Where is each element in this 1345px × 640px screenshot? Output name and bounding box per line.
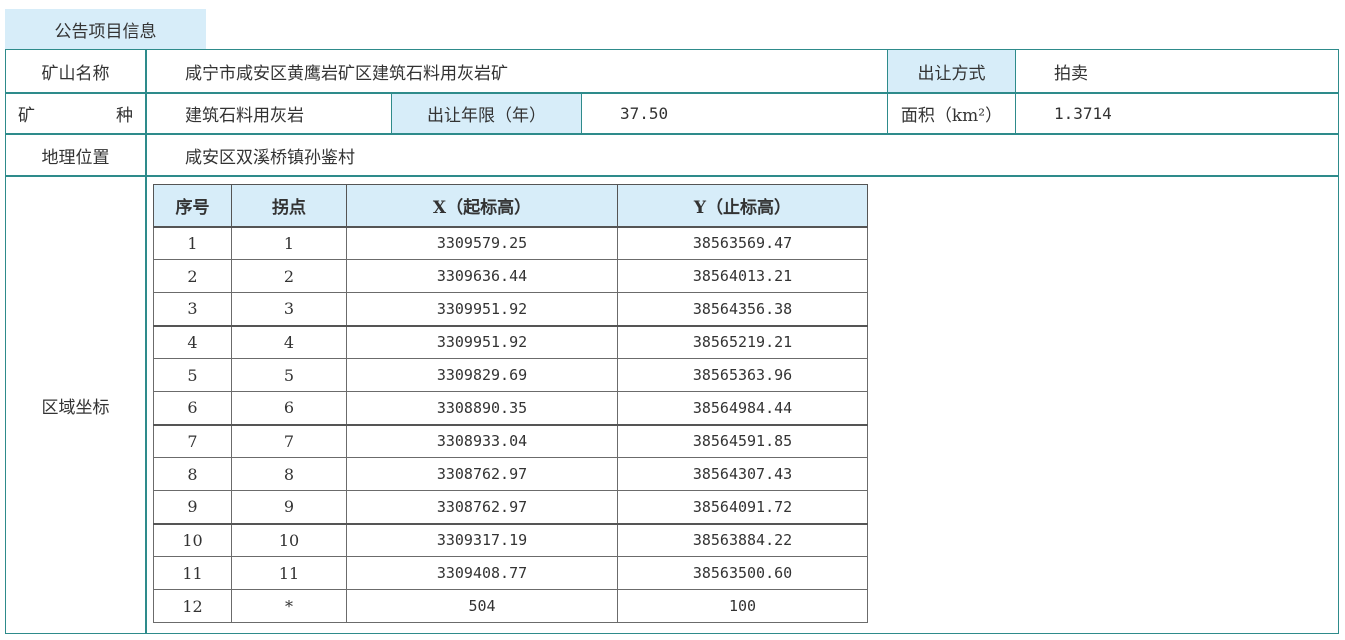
coordinates-table: 序号 拐点 X（起标高） Y（止标高） 1 1 3309579.25 38563569… [153, 184, 868, 623]
cell-seq: 11 [153, 556, 232, 590]
header-seq: 序号 [153, 184, 232, 228]
cell-seq: 1 [153, 226, 232, 260]
cell-seq: 10 [153, 523, 232, 557]
cell-vertex: * [231, 589, 347, 623]
cell-seq: 12 [153, 589, 232, 623]
cell-vertex: 3 [231, 292, 347, 327]
cell-y: 38565219.21 [617, 325, 868, 359]
transfer-method-label: 出让方式 [888, 50, 1015, 92]
cell-vertex: 5 [231, 358, 347, 392]
cell-x: 3308762.97 [346, 457, 618, 491]
cell-seq: 7 [153, 424, 232, 458]
cell-x: 504 [346, 589, 618, 623]
cell-y: 38564984.44 [617, 391, 868, 426]
table-header-row: 序号 拐点 X（起标高） Y（止标高） [153, 184, 868, 228]
table-row: 10 10 3309317.19 38563884.22 [153, 523, 868, 557]
mineral-label-right: 种 [116, 106, 133, 126]
header-x: X（起标高） [346, 184, 618, 228]
cell-y: 38564091.72 [617, 490, 868, 525]
cell-y: 38563569.47 [617, 226, 868, 260]
cell-y: 38563884.22 [617, 523, 868, 557]
table-row: 11 11 3309408.77 38563500.60 [153, 556, 868, 590]
transfer-term-label: 出让年限（年） [392, 94, 581, 133]
cell-y: 100 [617, 589, 868, 623]
project-info-panel: 矿山名称 咸宁市咸安区黄鹰岩矿区建筑石料用灰岩矿 出让方式 拍卖 矿 种 建筑石… [5, 49, 1339, 634]
cell-seq: 9 [153, 490, 232, 525]
cell-x: 3308933.04 [346, 424, 618, 458]
cell-vertex: 4 [231, 325, 347, 359]
cell-y: 38565363.96 [617, 358, 868, 392]
tab-announcement-info[interactable]: 公告项目信息 [5, 9, 206, 49]
header-vertex: 拐点 [231, 184, 347, 228]
mineral-label-left: 矿 [18, 106, 35, 126]
cell-x: 3309951.92 [346, 292, 618, 327]
cell-x: 3309317.19 [346, 523, 618, 557]
cell-seq: 4 [153, 325, 232, 359]
cell-seq: 2 [153, 259, 232, 293]
table-row: 3 3 3309951.92 38564356.38 [153, 292, 868, 327]
cell-x: 3309951.92 [346, 325, 618, 359]
mineral-type-value: 建筑石料用灰岩 [185, 106, 304, 126]
cell-vertex: 2 [231, 259, 347, 293]
cell-seq: 5 [153, 358, 232, 392]
cell-y: 38564013.21 [617, 259, 868, 293]
table-row: 12 * 504 100 [153, 589, 868, 623]
row-divider [6, 175, 1338, 177]
cell-x: 3309408.77 [346, 556, 618, 590]
table-row: 5 5 3309829.69 38565363.96 [153, 358, 868, 392]
cell-y: 38564307.43 [617, 457, 868, 491]
cell-vertex: 6 [231, 391, 347, 426]
table-row: 2 2 3309636.44 38564013.21 [153, 259, 868, 293]
transfer-term-value: 37.50 [620, 104, 669, 123]
region-coordinates-label: 区域坐标 [41, 397, 110, 418]
tab-label: 公告项目信息 [54, 21, 157, 42]
table-row: 6 6 3308890.35 38564984.44 [153, 391, 868, 426]
table-row: 7 7 3308933.04 38564591.85 [153, 424, 868, 458]
table-row: 9 9 3308762.97 38564091.72 [153, 490, 868, 525]
mineral-type-label: 矿 种 [6, 94, 145, 133]
cell-x: 3308762.97 [346, 490, 618, 525]
table-row: 1 1 3309579.25 38563569.47 [153, 226, 868, 260]
cell-vertex: 8 [231, 457, 347, 491]
mine-name-value: 咸宁市咸安区黄鹰岩矿区建筑石料用灰岩矿 [185, 63, 508, 84]
table-row: 4 4 3309951.92 38565219.21 [153, 325, 868, 359]
area-label: 面积（km²） [900, 106, 1003, 126]
table-row: 8 8 3308762.97 38564307.43 [153, 457, 868, 491]
cell-y: 38563500.60 [617, 556, 868, 590]
cell-vertex: 9 [231, 490, 347, 525]
cell-vertex: 10 [231, 523, 347, 557]
header-y: Y（止标高） [617, 184, 868, 228]
mine-name-label: 矿山名称 [41, 63, 110, 84]
cell-x: 3309829.69 [346, 358, 618, 392]
cell-y: 38564356.38 [617, 292, 868, 327]
location-value: 咸安区双溪桥镇孙鉴村 [185, 147, 355, 168]
cell-seq: 3 [153, 292, 232, 327]
cell-x: 3308890.35 [346, 391, 618, 426]
location-label: 地理位置 [41, 147, 110, 168]
cell-vertex: 7 [231, 424, 347, 458]
cell-y: 38564591.85 [617, 424, 868, 458]
cell-x: 3309636.44 [346, 259, 618, 293]
transfer-method-value: 拍卖 [1054, 63, 1088, 84]
cell-vertex: 1 [231, 226, 347, 260]
cell-x: 3309579.25 [346, 226, 618, 260]
cell-vertex: 11 [231, 556, 347, 590]
area-value: 1.3714 [1054, 104, 1112, 123]
cell-seq: 8 [153, 457, 232, 491]
cell-seq: 6 [153, 391, 232, 426]
